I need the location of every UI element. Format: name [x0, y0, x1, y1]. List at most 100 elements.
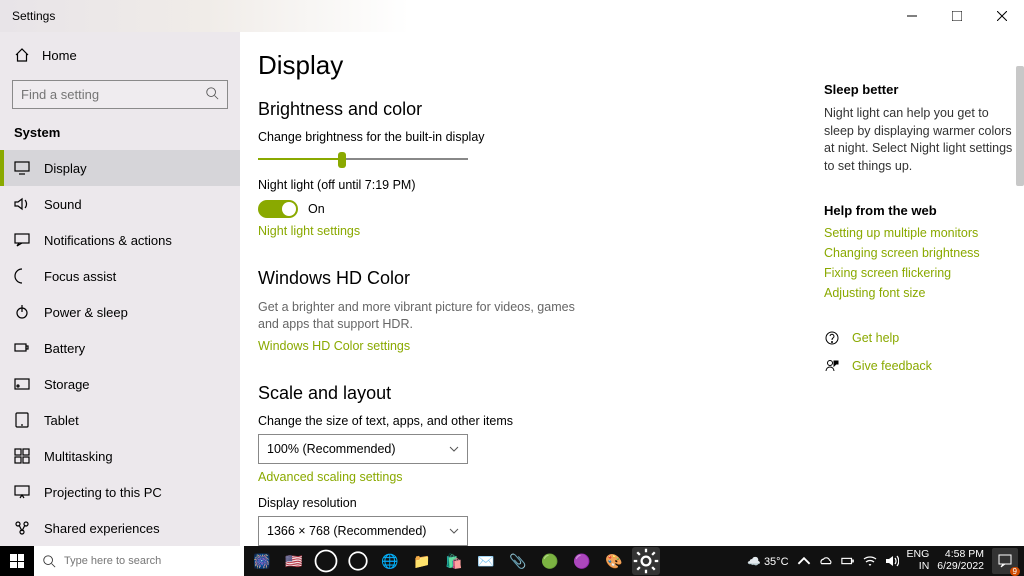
sidebar: Home System Display Sound Notifications & …	[0, 32, 240, 546]
sidebar-item-label: Notifications & actions	[44, 233, 172, 248]
brightness-label: Change brightness for the built-in displ…	[258, 130, 796, 144]
volume-icon[interactable]	[885, 554, 899, 568]
taskbar-store[interactable]: 🛍️	[440, 547, 468, 575]
language[interactable]: ENGIN	[907, 549, 930, 572]
multitasking-icon	[14, 448, 30, 464]
sidebar-item-tablet[interactable]: Tablet	[0, 402, 240, 438]
page-title: Display	[258, 50, 796, 81]
sidebar-item-focus[interactable]: Focus assist	[0, 258, 240, 294]
resolution-label: Display resolution	[258, 496, 796, 510]
task-view[interactable]	[312, 547, 340, 575]
advanced-scaling-link[interactable]: Advanced scaling settings	[258, 470, 403, 484]
sidebar-item-projecting[interactable]: Projecting to this PC	[0, 474, 240, 510]
minimize-button[interactable]	[889, 0, 934, 32]
weather[interactable]: ☁️ 35°C	[747, 555, 788, 568]
sidebar-item-label: Battery	[44, 341, 85, 356]
taskbar-office[interactable]: 📎	[504, 547, 532, 575]
clock[interactable]: 4:58 PM6/29/2022	[937, 549, 984, 572]
get-help-icon	[824, 330, 840, 346]
taskbar-app[interactable]: 🟣	[568, 547, 596, 575]
taskbar-settings[interactable]	[632, 547, 660, 575]
sidebar-item-battery[interactable]: Battery	[0, 330, 240, 366]
search-input[interactable]	[21, 87, 205, 102]
action-center[interactable]: 9	[992, 548, 1018, 574]
start-button[interactable]	[0, 546, 34, 576]
battery-icon[interactable]	[841, 554, 855, 568]
shared-icon	[14, 520, 30, 536]
scrollbar[interactable]	[1016, 66, 1024, 186]
taskbar-edge[interactable]: 🌐	[376, 547, 404, 575]
sleep-better-text: Night light can help you get to sleep by…	[824, 105, 1014, 175]
help-link[interactable]: Changing screen brightness	[824, 246, 1014, 260]
sidebar-item-notifications[interactable]: Notifications & actions	[0, 222, 240, 258]
windows-icon	[10, 554, 24, 568]
night-light-label: Night light (off until 7:19 PM)	[258, 178, 796, 192]
onedrive-icon[interactable]	[819, 554, 833, 568]
chevron-down-icon	[449, 444, 459, 454]
storage-icon	[14, 376, 30, 392]
scale-size-dropdown[interactable]: 100% (Recommended)	[258, 434, 468, 464]
feedback-icon	[824, 358, 840, 374]
notifications-icon	[14, 232, 30, 248]
sidebar-item-label: Shared experiences	[44, 521, 160, 536]
taskbar: Type here to search 🎆 🇺🇸 🌐 📁 🛍️ ✉️ 📎 🟢 🟣…	[0, 546, 1024, 576]
sidebar-item-label: Projecting to this PC	[44, 485, 162, 500]
sidebar-item-sound[interactable]: Sound	[0, 186, 240, 222]
slider-thumb[interactable]	[338, 152, 346, 168]
taskbar-app[interactable]: 🇺🇸	[280, 547, 308, 575]
sidebar-item-label: Tablet	[44, 413, 79, 428]
titlebar: Settings	[0, 0, 1024, 32]
cortana[interactable]	[344, 547, 372, 575]
sidebar-item-display[interactable]: Display	[0, 150, 240, 186]
search-icon	[205, 86, 219, 103]
brightness-slider[interactable]	[258, 150, 468, 168]
sleep-better-title: Sleep better	[824, 82, 1014, 97]
taskbar-chrome[interactable]: 🟢	[536, 547, 564, 575]
help-link[interactable]: Adjusting font size	[824, 286, 1014, 300]
sidebar-item-label: Focus assist	[44, 269, 116, 284]
sidebar-item-storage[interactable]: Storage	[0, 366, 240, 402]
sidebar-item-multitasking[interactable]: Multitasking	[0, 438, 240, 474]
maximize-button[interactable]	[934, 0, 979, 32]
help-link[interactable]: Fixing screen flickering	[824, 266, 1014, 280]
feedback-link[interactable]: Give feedback	[852, 359, 932, 373]
focus-icon	[14, 268, 30, 284]
sidebar-item-label: Power & sleep	[44, 305, 128, 320]
scale-size-label: Change the size of text, apps, and other…	[258, 414, 796, 428]
get-help-link[interactable]: Get help	[852, 331, 899, 345]
sidebar-search[interactable]	[12, 80, 228, 109]
night-light-toggle[interactable]	[258, 200, 298, 218]
taskbar-search[interactable]: Type here to search	[34, 546, 244, 576]
chevron-up-icon[interactable]	[797, 554, 811, 568]
home-button[interactable]: Home	[0, 38, 240, 72]
category-label: System	[0, 119, 240, 150]
sidebar-item-label: Storage	[44, 377, 90, 392]
home-icon	[14, 47, 30, 63]
help-link[interactable]: Setting up multiple monitors	[824, 226, 1014, 240]
taskbar-search-placeholder: Type here to search	[64, 555, 161, 567]
resolution-dropdown[interactable]: 1366 × 768 (Recommended)	[258, 516, 468, 546]
notif-badge: 9	[1010, 567, 1020, 576]
hd-desc: Get a brighter and more vibrant picture …	[258, 299, 598, 333]
home-label: Home	[42, 48, 77, 63]
taskbar-app[interactable]: 🎨	[600, 547, 628, 575]
section-hd: Windows HD Color	[258, 268, 796, 289]
network-icon[interactable]	[863, 554, 877, 568]
sidebar-item-power[interactable]: Power & sleep	[0, 294, 240, 330]
scale-size-value: 100% (Recommended)	[267, 442, 396, 456]
section-scale: Scale and layout	[258, 383, 796, 404]
close-button[interactable]	[979, 0, 1024, 32]
night-light-settings-link[interactable]: Night light settings	[258, 224, 360, 238]
help-web-title: Help from the web	[824, 203, 1014, 218]
sidebar-item-shared[interactable]: Shared experiences	[0, 510, 240, 546]
display-icon	[14, 160, 30, 176]
tablet-icon	[14, 412, 30, 428]
power-icon	[14, 304, 30, 320]
sidebar-item-label: Sound	[44, 197, 82, 212]
taskbar-mail[interactable]: ✉️	[472, 547, 500, 575]
hd-settings-link[interactable]: Windows HD Color settings	[258, 339, 410, 353]
taskbar-explorer[interactable]: 📁	[408, 547, 436, 575]
resolution-value: 1366 × 768 (Recommended)	[267, 524, 426, 538]
taskbar-app[interactable]: 🎆	[248, 547, 276, 575]
projecting-icon	[14, 484, 30, 500]
